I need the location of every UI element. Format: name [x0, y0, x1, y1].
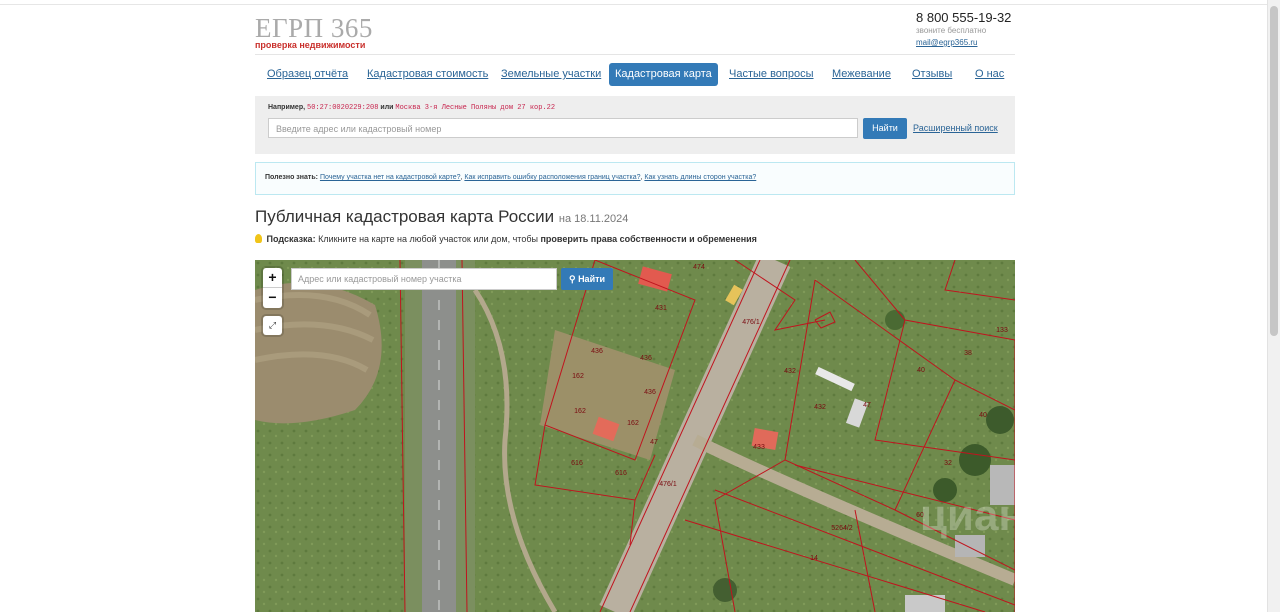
parcel-label: 162: [574, 408, 586, 415]
logo-name: ЕГРП 365: [255, 13, 373, 43]
map-search-button[interactable]: ⚲ Найти: [561, 268, 613, 290]
parcel-label: 476/1: [742, 319, 760, 326]
phone-note: звоните бесплатно: [916, 26, 987, 35]
parcel-label: 133: [996, 327, 1008, 334]
zoom-control: + −: [263, 268, 282, 308]
search-panel: Например, 50:27:0020229:208 или Москва 3…: [255, 96, 1015, 154]
hint: Подсказка: Кликните на карте на любой уч…: [255, 234, 757, 244]
page-title: Публичная кадастровая карта России на 18…: [255, 207, 628, 227]
nav-cadastral-map[interactable]: Кадастровая карта: [609, 63, 718, 86]
logo[interactable]: ЕГРП 365 проверка недвижимости: [255, 14, 373, 50]
map-search-button-label: Найти: [578, 274, 606, 284]
nav-faq[interactable]: Частые вопросы: [729, 63, 814, 86]
hint-label: Подсказка:: [266, 234, 316, 244]
parcel-label: 47: [863, 402, 871, 409]
parcel-label: 436: [591, 348, 603, 355]
useful-link-fix-boundaries[interactable]: Как исправить ошибку расположения границ…: [464, 174, 640, 181]
parcel-label: 433: [753, 444, 765, 451]
nav-surveying[interactable]: Межевание: [832, 63, 891, 86]
contacts: 8 800 555-19-32 звоните бесплатно mail@e…: [916, 10, 1016, 47]
watermark-text: циан: [920, 491, 1015, 540]
example-prefix: Например,: [268, 104, 306, 111]
scrollbar-thumb[interactable]: [1270, 6, 1278, 336]
parcel-label: 436: [644, 389, 656, 396]
email-link[interactable]: mail@egrp365.ru: [916, 38, 1016, 47]
top-border: [0, 0, 1268, 5]
nav-about[interactable]: О нас: [975, 63, 1004, 86]
parcel-label: 432: [784, 368, 796, 375]
example-code: 50:27:0020229:208: [307, 104, 379, 112]
page-scrollbar[interactable]: [1267, 0, 1280, 612]
parcel-label: 616: [615, 470, 627, 477]
phone-number[interactable]: 8 800 555-19-32: [916, 10, 1016, 25]
advanced-search-link[interactable]: Расширенный поиск: [913, 123, 998, 133]
parcel-label: 436: [640, 355, 652, 362]
lightbulb-icon: [255, 234, 262, 243]
hint-bold: проверить права собственности и обремене…: [540, 234, 757, 244]
nav-reviews[interactable]: Отзывы: [912, 63, 952, 86]
parcel-label: 616: [571, 460, 583, 467]
parcel-label: 32: [944, 460, 952, 467]
parcel-label: 474: [693, 264, 705, 271]
page-title-text: Публичная кадастровая карта России: [255, 207, 555, 226]
search-example: Например, 50:27:0020229:208 или Москва 3…: [268, 104, 555, 112]
parcel-label: 47: [650, 439, 658, 446]
parcel-label: 5264/2: [831, 525, 853, 532]
hint-text: Кликните на карте на любой участок или д…: [318, 234, 538, 244]
nav-sample-report[interactable]: Образец отчёта: [267, 63, 348, 86]
search-input[interactable]: Введите адрес или кадастровый номер: [268, 118, 858, 138]
satellite-map[interactable]: 474 431 436 436 436 162 162 162 616 616 …: [255, 260, 1015, 612]
nav-land-plots[interactable]: Земельные участки: [501, 63, 601, 86]
parcel-label: 40: [979, 412, 987, 419]
parcel-label: 432: [814, 404, 826, 411]
useful-label: Полезно знать:: [265, 174, 318, 181]
example-address: Москва 3-я Лесные Поляны дом 27 кор.22: [395, 104, 556, 112]
parcel-label: 162: [627, 420, 639, 427]
parcel-label: 431: [655, 305, 667, 312]
cadastral-map[interactable]: 474 431 436 436 436 162 162 162 616 616 …: [255, 260, 1015, 612]
page-date: на 18.11.2024: [558, 213, 629, 225]
nav-cadastral-value[interactable]: Кадастровая стоимость: [367, 63, 488, 86]
example-or: или: [380, 104, 394, 111]
zoom-out-button[interactable]: −: [263, 288, 282, 307]
header-divider: [255, 54, 1015, 55]
parcel-label: 476/1: [659, 481, 677, 488]
fullscreen-icon[interactable]: ⤢: [263, 316, 282, 335]
map-search-input[interactable]: Адрес или кадастровый номер участка: [291, 268, 557, 290]
useful-link-missing-plot[interactable]: Почему участка нет на кадастровой карте?: [320, 174, 461, 181]
search-button[interactable]: Найти: [863, 118, 907, 139]
parcel-label: 162: [572, 373, 584, 380]
logo-tagline: проверка недвижимости: [255, 40, 366, 50]
main-nav: Образец отчёта Кадастровая стоимость Зем…: [255, 63, 1015, 86]
search-icon: ⚲: [568, 274, 576, 284]
parcel-label: 40: [917, 367, 925, 374]
parcel-label: 38: [964, 350, 972, 357]
parcel-label: 14: [810, 555, 818, 562]
zoom-in-button[interactable]: +: [263, 268, 282, 287]
useful-info-box: Полезно знать: Почему участка нет на кад…: [255, 162, 1015, 195]
useful-link-side-lengths[interactable]: Как узнать длины сторон участка?: [644, 174, 756, 181]
